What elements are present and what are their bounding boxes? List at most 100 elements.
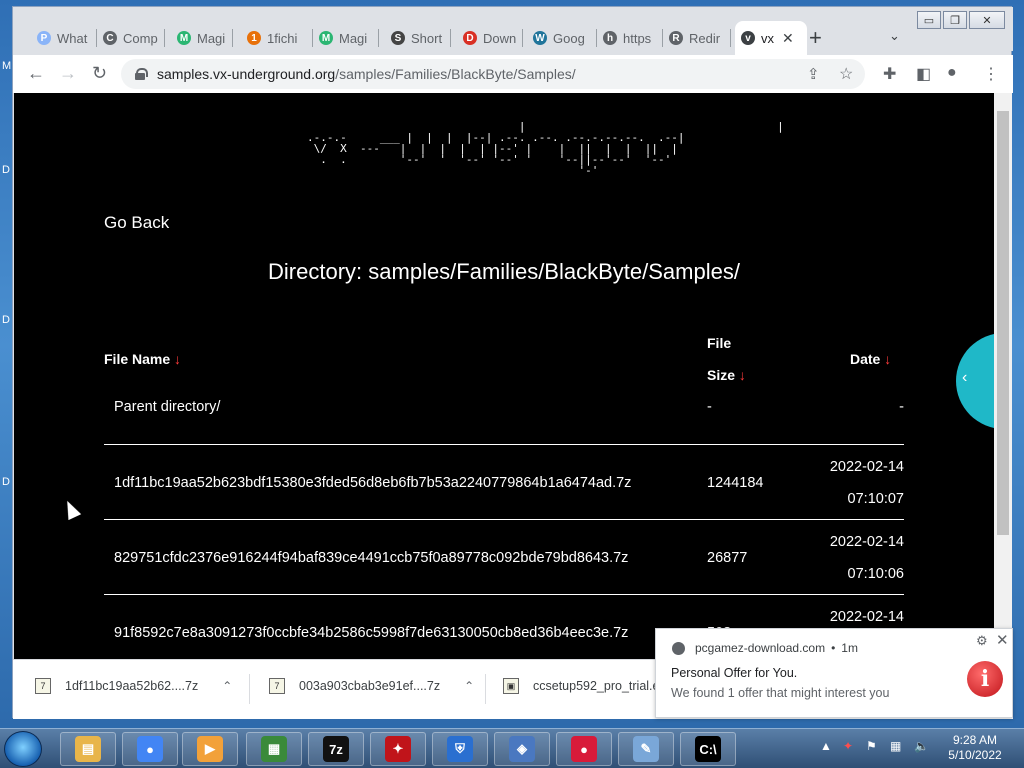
tab-favicon-icon: W — [533, 31, 547, 45]
column-header-file-size[interactable]: File — [707, 335, 731, 351]
desktop-icon-label: D — [2, 476, 10, 488]
address-bar[interactable]: samples.vx-underground.org/samples/Famil… — [121, 59, 865, 89]
taskbar-app-app-red[interactable]: ✦ — [370, 732, 426, 766]
7zip-icon: 7z — [323, 736, 349, 762]
action-center-flag-icon[interactable]: ⚑ — [866, 739, 877, 753]
taskbar-app-taskmgr[interactable]: ▦ — [246, 732, 302, 766]
extensions-puzzle-icon[interactable]: ✚ — [883, 64, 896, 84]
taskmgr-icon: ▦ — [261, 736, 287, 762]
page-content: | | .-.-.- ___ | | | |--| .--. .--. .--.… — [14, 93, 994, 659]
tab-6[interactable]: D Down — [457, 21, 523, 55]
column-label: File Name — [104, 351, 171, 367]
app-blue-icon: ◈ — [509, 736, 535, 762]
table-row: Parent directory/ - - — [104, 383, 904, 445]
scrollbar-thumb[interactable] — [997, 111, 1009, 535]
taskbar-app-7zip[interactable]: 7z — [308, 732, 364, 766]
profile-avatar-icon[interactable]: ● — [947, 64, 957, 82]
taskbar-app-chrome[interactable]: ● — [122, 732, 178, 766]
go-back-link[interactable]: Go Back — [104, 213, 169, 233]
lock-icon[interactable] — [135, 68, 148, 80]
file-date: 2022-02-14 — [829, 609, 904, 625]
file-date: 2022-02-14 — [829, 534, 904, 550]
column-header-file-name[interactable]: File Name ↓ — [104, 351, 181, 367]
site-globe-icon — [672, 641, 685, 655]
download-item[interactable]: ▣ ccsetup592_pro_trial.e — [503, 678, 659, 694]
tab-3[interactable]: 1 1fichi — [241, 21, 313, 55]
tab-label: Magi — [339, 30, 368, 46]
bookmark-star-icon[interactable]: ☆ — [839, 64, 853, 84]
taskbar-app-shield[interactable]: ⛨ — [432, 732, 488, 766]
desktop-icon-label: M — [2, 60, 12, 72]
notepad-icon: ✎ — [633, 736, 659, 762]
tab-favicon-icon: M — [177, 31, 191, 45]
app-red-icon: ✦ — [385, 736, 411, 762]
taskbar-app-recorder[interactable]: ● — [556, 732, 612, 766]
tab-favicon-icon: h — [603, 31, 617, 45]
column-label: Size — [707, 367, 736, 383]
column-header-file-size-2[interactable]: Size ↓ — [707, 367, 746, 383]
tab-10[interactable]: v vx ✕ — [735, 21, 807, 55]
tab-search-chevron-icon[interactable]: ⌄ — [889, 28, 900, 44]
tray-app-icon[interactable]: ✦ — [843, 739, 853, 753]
push-notification[interactable]: pcgamez-download.com • 1m ⚙ ✕ Personal O… — [655, 628, 1013, 718]
tab-4[interactable]: M Magi — [313, 21, 379, 55]
network-icon[interactable]: ▦ — [890, 739, 901, 753]
tab-favicon-icon: v — [741, 31, 755, 45]
maximize-button[interactable]: ❐ — [943, 11, 967, 29]
file-link[interactable]: 1df11bc19aa52b623bdf15380e3fded56d8eb6fb… — [114, 475, 631, 491]
start-button[interactable] — [4, 731, 42, 767]
url-host: samples.vx-underground.org — [157, 66, 336, 82]
taskbar-app-app-blue[interactable]: ◈ — [494, 732, 550, 766]
tab-separator — [730, 29, 731, 47]
chevron-up-icon[interactable]: ⌃ — [222, 679, 232, 693]
cmd-icon: C:\ — [695, 736, 721, 762]
taskbar-app-explorer[interactable]: ▤ — [60, 732, 116, 766]
close-icon[interactable]: ✕ — [996, 631, 1009, 649]
tab-9[interactable]: R Redir — [663, 21, 731, 55]
recorder-icon: ● — [571, 736, 597, 762]
gear-icon[interactable]: ⚙ — [976, 633, 988, 649]
url-text[interactable]: samples.vx-underground.org/samples/Famil… — [157, 66, 576, 82]
share-icon[interactable]: ⇪ — [807, 65, 820, 83]
close-window-button[interactable]: ✕ — [969, 11, 1005, 29]
bullet-separator: • — [831, 641, 836, 655]
tab-favicon-icon: 1 — [247, 31, 261, 45]
tab-label: 1fichi — [267, 30, 298, 46]
taskbar: ▤ ● ▶ ▦ 7z ✦ ⛨ ◈ ● ✎ C:\ ▲ ✦ ⚑ ▦ 🔈 9:28 AM 5/10/20… — [0, 728, 1024, 768]
taskbar-app-notepad[interactable]: ✎ — [618, 732, 674, 766]
download-item[interactable]: 7 003a903cbab3e91ef....7z ⌃ — [269, 678, 474, 694]
back-arrow-icon[interactable]: ← — [27, 63, 45, 84]
tab-7[interactable]: W Goog — [527, 21, 597, 55]
volume-icon[interactable]: 🔈 — [914, 739, 929, 753]
tab-close-icon[interactable]: ✕ — [782, 30, 794, 47]
page-scrollbar[interactable] — [994, 93, 1012, 659]
file-time: 07:10:07 — [847, 491, 904, 507]
side-panel-icon[interactable]: ◧ — [916, 64, 931, 84]
chevron-up-icon[interactable]: ⌃ — [464, 679, 474, 693]
column-header-date[interactable]: Date ↓ — [850, 351, 891, 367]
file-link[interactable]: 829751cfdc2376e916244f94baf839ce4491ccb7… — [114, 550, 628, 566]
chrome-icon: ● — [137, 736, 163, 762]
tray-expand-icon[interactable]: ▲ — [820, 739, 832, 753]
system-clock[interactable]: 9:28 AM 5/10/2022 — [940, 733, 1010, 763]
menu-kebab-icon[interactable]: ⋮ — [983, 64, 999, 84]
file-link[interactable]: 91f8592c7e8a3091273f0ccbfe34b2586c5998f7… — [114, 625, 628, 641]
parent-directory-link[interactable]: Parent directory/ — [114, 399, 220, 415]
tab-label: Magi — [197, 30, 226, 46]
taskbar-app-media[interactable]: ▶ — [182, 732, 238, 766]
tab-2[interactable]: M Magi — [171, 21, 233, 55]
tab-0[interactable]: P What — [31, 21, 97, 55]
tab-8[interactable]: h https — [597, 21, 663, 55]
side-drawer-handle[interactable]: ‹ — [956, 333, 994, 429]
browser-window: P What C Comp M Magi 1 1fichi M Magi S Short D Down W G… — [12, 6, 1013, 719]
tab-5[interactable]: S Short — [385, 21, 451, 55]
forward-arrow-icon[interactable]: → — [59, 63, 77, 84]
tab-1[interactable]: C Comp — [97, 21, 165, 55]
reload-icon[interactable]: ↻ — [92, 63, 107, 84]
download-item[interactable]: 7 1df11bc19aa52b62....7z ⌃ — [35, 678, 232, 694]
tab-strip: P What C Comp M Magi 1 1fichi M Magi S Short D Down W G… — [13, 7, 1013, 55]
minimize-button[interactable]: ▭ — [917, 11, 941, 29]
taskbar-app-cmd[interactable]: C:\ — [680, 732, 736, 766]
archive-file-icon: 7 — [35, 678, 51, 694]
new-tab-button[interactable]: + — [809, 25, 822, 51]
